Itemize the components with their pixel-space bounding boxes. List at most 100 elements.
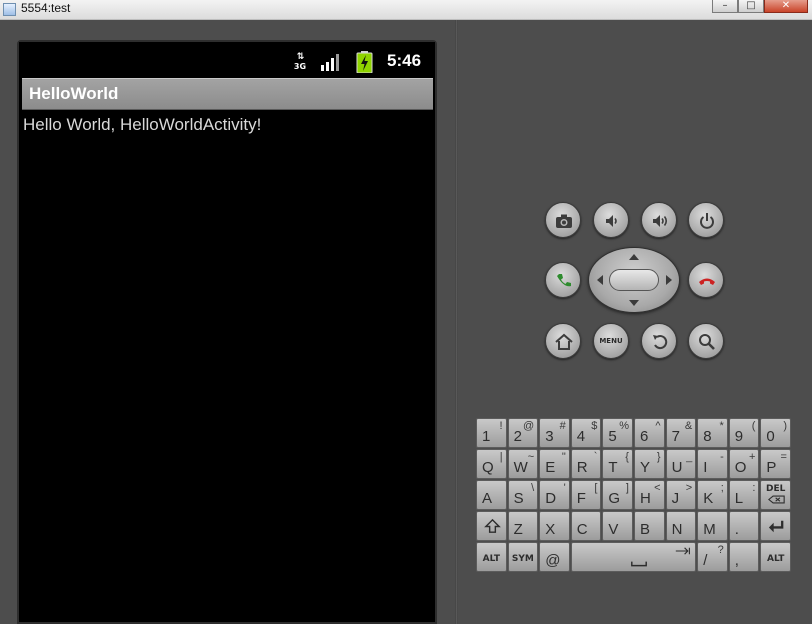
key-main-label: N bbox=[671, 521, 683, 538]
alt-right-key[interactable]: ALT bbox=[760, 542, 791, 572]
key-7[interactable]: 7 & bbox=[665, 418, 697, 448]
key-c[interactable]: C bbox=[570, 511, 602, 541]
end-call-button[interactable] bbox=[688, 262, 724, 298]
space-key[interactable] bbox=[570, 542, 697, 572]
volume-down-button[interactable] bbox=[593, 202, 629, 238]
key-alt-label: \ bbox=[531, 482, 535, 494]
key-h[interactable]: H < bbox=[634, 480, 665, 510]
shift-key[interactable] bbox=[476, 511, 507, 541]
alt-left-key[interactable]: ALT bbox=[476, 542, 507, 572]
home-button[interactable] bbox=[545, 323, 581, 359]
camera-button[interactable] bbox=[545, 202, 581, 238]
maximize-button[interactable]: □ bbox=[738, 0, 764, 13]
key-main-label: 2 bbox=[513, 428, 522, 445]
key-main-label: @ bbox=[545, 552, 561, 569]
network-3g-icon: ⇅ 3G bbox=[293, 52, 307, 72]
key-w[interactable]: W ~ bbox=[507, 449, 539, 479]
key-main-label: 4 bbox=[576, 428, 586, 445]
key-p[interactable]: P = bbox=[760, 449, 791, 479]
key-main-label: 5 bbox=[608, 428, 617, 445]
key-a[interactable]: A bbox=[476, 480, 507, 510]
key-y[interactable]: Y} bbox=[634, 449, 665, 479]
tab-icon bbox=[675, 547, 691, 555]
key-x[interactable]: X bbox=[539, 511, 570, 541]
key-main-label: V bbox=[608, 521, 619, 538]
key-slash[interactable]: /? bbox=[697, 542, 728, 572]
dpad-left-arrow-icon[interactable] bbox=[597, 275, 603, 285]
close-button[interactable]: ✕ bbox=[764, 0, 808, 13]
power-button[interactable] bbox=[688, 202, 724, 238]
dpad[interactable] bbox=[588, 247, 680, 313]
key-d[interactable]: D ' bbox=[539, 480, 570, 510]
key-o[interactable]: O + bbox=[728, 449, 760, 479]
key-alt-label: ` bbox=[593, 451, 598, 463]
key-main-label: 8 bbox=[703, 428, 712, 445]
key-s[interactable]: S \ bbox=[507, 480, 539, 510]
key-main-label: S bbox=[513, 490, 524, 507]
minimize-button[interactable]: – bbox=[712, 0, 738, 13]
key-2[interactable]: 2 @ bbox=[507, 418, 539, 448]
key-e[interactable]: E " bbox=[539, 449, 570, 479]
qwerty-keyboard: 1! 2 @3 #4 $5% 6 ^ 7 & 8 * 9(0) Q | W ~ E " R ` T{Y} U _ I - O + P =… bbox=[476, 418, 793, 573]
key-f[interactable]: F[ bbox=[570, 480, 602, 510]
key-z[interactable]: Z bbox=[507, 511, 539, 541]
key-alt-label: [ bbox=[594, 482, 598, 494]
key-main-label: 3 bbox=[545, 428, 554, 445]
sym-key[interactable]: SYM bbox=[507, 542, 539, 572]
key-3[interactable]: 3 # bbox=[539, 418, 570, 448]
key-1[interactable]: 1! bbox=[476, 418, 507, 448]
key-9[interactable]: 9( bbox=[728, 418, 760, 448]
key-4[interactable]: 4 $ bbox=[570, 418, 602, 448]
key-m[interactable]: M bbox=[697, 511, 728, 541]
key-l[interactable]: L: bbox=[728, 480, 760, 510]
key-q[interactable]: Q | bbox=[476, 449, 507, 479]
key-v[interactable]: V bbox=[602, 511, 633, 541]
key-main-label: R bbox=[576, 459, 588, 476]
key-alt-label: < bbox=[654, 482, 661, 494]
key-k[interactable]: K; bbox=[697, 480, 728, 510]
key-main-label: D bbox=[545, 490, 557, 507]
key-main-label: E bbox=[545, 459, 556, 476]
key-n[interactable]: N bbox=[665, 511, 697, 541]
search-button[interactable] bbox=[688, 323, 724, 359]
dpad-center-button[interactable] bbox=[609, 269, 659, 291]
key-r[interactable]: R ` bbox=[570, 449, 602, 479]
key-period[interactable]: . bbox=[728, 511, 760, 541]
dpad-right-arrow-icon[interactable] bbox=[666, 275, 672, 285]
enter-key[interactable] bbox=[760, 511, 791, 541]
key-5[interactable]: 5% bbox=[602, 418, 633, 448]
key-alt-label: : bbox=[752, 482, 756, 494]
key-main-label: O bbox=[734, 459, 747, 476]
key-alt-label: } bbox=[656, 451, 661, 463]
dpad-up-arrow-icon[interactable] bbox=[629, 254, 639, 260]
call-button[interactable] bbox=[545, 262, 581, 298]
phone-screen[interactable]: ⇅ 3G 5:46 HelloWorld Hello World, HelloW… bbox=[17, 40, 437, 624]
key-8[interactable]: 8 * bbox=[697, 418, 728, 448]
search-icon bbox=[699, 334, 715, 350]
key-comma[interactable]: , bbox=[728, 542, 760, 572]
key-j[interactable]: J > bbox=[665, 480, 697, 510]
menu-button[interactable]: MENU bbox=[593, 323, 629, 359]
key-main-label: 1 bbox=[482, 428, 491, 445]
key-g[interactable]: G] bbox=[602, 480, 633, 510]
key-t[interactable]: T{ bbox=[602, 449, 633, 479]
home-icon bbox=[555, 333, 573, 350]
volume-up-button[interactable] bbox=[641, 202, 677, 238]
key-label: ALT bbox=[767, 554, 785, 564]
key-i[interactable]: I- bbox=[697, 449, 728, 479]
key-b[interactable]: B bbox=[634, 511, 665, 541]
back-button[interactable] bbox=[641, 323, 677, 359]
key-alt-label: + bbox=[748, 451, 756, 463]
key-alt-label: ~ bbox=[527, 451, 535, 463]
key-at[interactable]: @ bbox=[539, 542, 570, 572]
delete-key[interactable]: DEL bbox=[760, 480, 791, 510]
key-alt-label: $ bbox=[591, 420, 598, 432]
key-6[interactable]: 6 ^ bbox=[634, 418, 665, 448]
key-main-label: L bbox=[734, 490, 744, 507]
dpad-down-arrow-icon[interactable] bbox=[629, 300, 639, 306]
key-main-label: . bbox=[734, 521, 739, 538]
power-icon bbox=[700, 213, 714, 229]
key-0[interactable]: 0) bbox=[760, 418, 791, 448]
key-u[interactable]: U _ bbox=[665, 449, 697, 479]
key-main-label: F bbox=[576, 490, 586, 507]
